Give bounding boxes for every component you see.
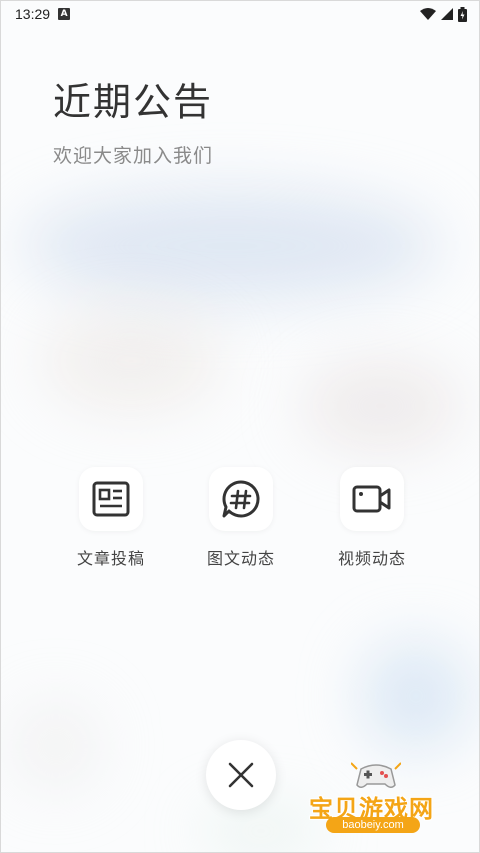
action-label: 视频动态 <box>337 549 406 568</box>
page-title: 近期公告 <box>53 80 214 124</box>
action-tile[interactable] <box>340 467 404 531</box>
hashtag-chat-icon <box>222 480 260 518</box>
app-screen: 13:29 A 近期公告 欢迎大家加入我们 文章投稿 图文动态 视频动态 宝贝游… <box>0 0 480 853</box>
background-blur <box>21 191 441 301</box>
background-blur <box>11 701 101 791</box>
close-button[interactable] <box>206 740 276 810</box>
notification-badge: A <box>58 8 71 20</box>
page-subtitle: 欢迎大家加入我们 <box>53 145 214 167</box>
background-blur <box>41 311 221 411</box>
article-icon <box>92 481 130 517</box>
background-blur <box>361 641 471 751</box>
battery-icon <box>458 6 467 22</box>
article-post-button[interactable]: 文章投稿 <box>56 467 166 569</box>
action-label: 文章投稿 <box>76 549 145 568</box>
gamepad-logo-icon <box>351 762 401 788</box>
status-time: 13:29 <box>15 6 51 22</box>
background-blur <box>301 361 461 451</box>
site-watermark: 宝贝游戏网 baobeiy.com <box>301 759 451 839</box>
video-camera-icon <box>352 485 391 513</box>
close-icon <box>228 762 254 788</box>
action-label: 图文动态 <box>206 549 275 568</box>
action-tile[interactable] <box>209 467 273 531</box>
signal-icon <box>441 8 453 20</box>
image-text-post-button[interactable]: 图文动态 <box>186 467 296 569</box>
wifi-icon <box>420 7 436 20</box>
watermark-url: baobeiy.com <box>326 817 420 833</box>
status-icons <box>420 6 467 22</box>
video-post-button[interactable]: 视频动态 <box>317 467 427 569</box>
action-tile[interactable] <box>79 467 143 531</box>
status-bar: 13:29 A <box>1 1 479 27</box>
